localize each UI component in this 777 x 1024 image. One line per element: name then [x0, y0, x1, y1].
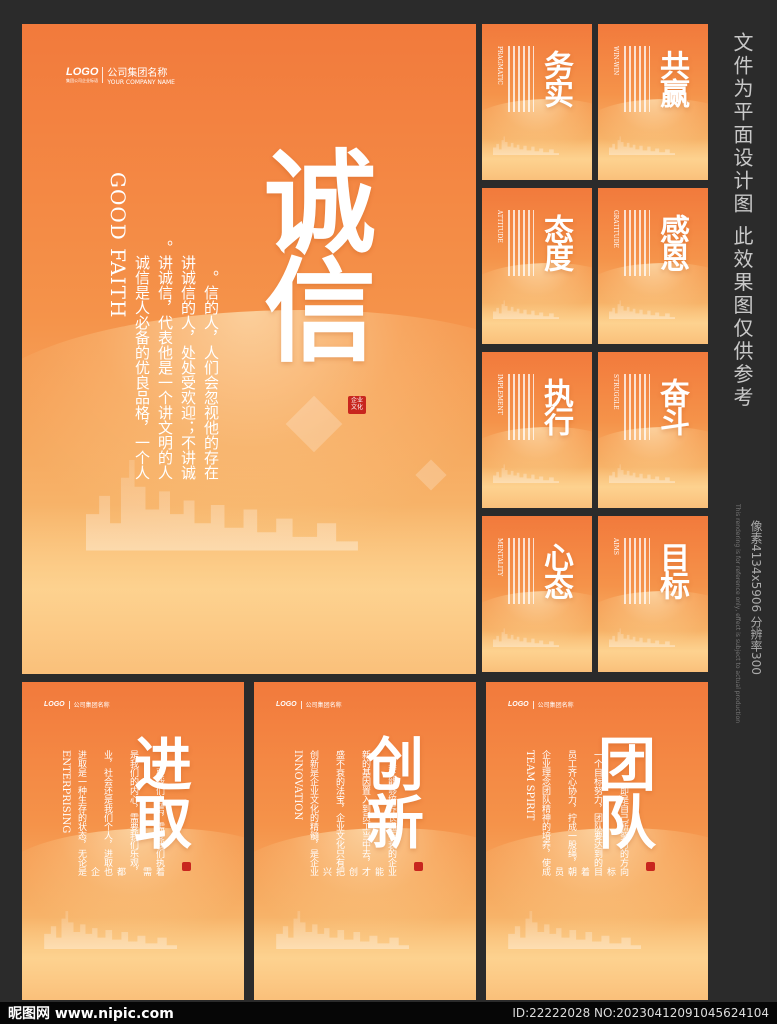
small-poster: AIMS 目标 — [598, 516, 708, 672]
small-title: 态度 — [538, 214, 573, 270]
bottom-title-1: 团 — [598, 731, 657, 799]
body-line: 讲诚信的人，处处受欢迎；不讲诚 — [179, 255, 197, 480]
bottom-body-text: 创新是企业文化的精髓，是企业兴 盛不衰的法宝，企业文化只有把创 新的基因置入到员… — [306, 744, 396, 876]
logo-sub: 集团公司企业标语 — [66, 78, 98, 83]
small-body-text — [624, 374, 650, 440]
main-poster: LOGO 集团公司企业标语 公司集团名称 YOUR COMPANY NAME 诚… — [22, 24, 476, 674]
watermark-bar: 昵图网 www.nipic.com ID:22222028 NO:2023041… — [0, 1002, 777, 1024]
watermark-brand: 昵图网 www.nipic.com — [8, 1006, 174, 1022]
bottom-english-label: TEAM SPIRIT — [524, 750, 535, 821]
company-name-cn: 公司集团名称 — [107, 68, 168, 79]
bottom-english-label: INNOVATION — [292, 750, 303, 821]
watermark-id: ID:22222028 NO:20230412091045624104 — [512, 1006, 769, 1020]
small-body-text — [508, 210, 534, 276]
small-poster: GRATITUDE 感恩 — [598, 188, 708, 344]
company-logo-row: LOGO 公司集团名称 — [44, 700, 110, 709]
body-line: 讲诚信，代表他是一个讲文明的人。 — [156, 240, 174, 480]
bottom-body-text: 进取是一种生存的状态，无论是企 业，社会还是我们个人，进取也都 是我们的内心，需… — [74, 744, 164, 876]
small-poster: WIN-WIN 共赢 — [598, 24, 708, 180]
body-line: 创新是企业文化的精髓，是企业兴 — [308, 750, 331, 876]
small-english-label: GRATITUDE — [612, 210, 619, 248]
logo-divider — [532, 700, 534, 709]
small-title: 执行 — [538, 378, 573, 434]
bottom-poster: LOGO 公司集团名称 TEAM SPIRIT 企业理念团队精神的培养，使成员 … — [486, 682, 708, 1000]
small-english-label: IMPLEMENT — [496, 374, 503, 415]
main-title: 诚信 — [245, 144, 375, 360]
main-body-text: 诚信是人必备的优良品格，一个人 讲诚信，代表他是一个讲文明的人。 讲诚信的人，处… — [130, 160, 240, 480]
body-line: 员工齐心协力，拧成一股绳，朝着 — [566, 750, 589, 876]
company-name-cn: 公司集团名称 — [305, 702, 342, 709]
bottom-title-2: 取 — [134, 789, 193, 857]
small-poster: IMPLEMENT 执行 — [482, 352, 592, 508]
logo-divider — [102, 67, 104, 83]
body-line: 业，社会还是我们个人，进取也都 — [102, 750, 125, 876]
body-line: 盛不衰的法宝，企业文化只有把创 — [334, 750, 357, 876]
small-body-text — [508, 538, 534, 604]
bottom-title-1: 创 — [366, 731, 425, 799]
culture-seal: 企业文化 — [348, 396, 366, 414]
company-logo-row: LOGO 集团公司企业标语 公司集团名称 YOUR COMPANY NAME — [66, 64, 175, 86]
logo-mark: LOGO — [44, 701, 65, 708]
body-line: 信的人，人们会忽视他的存在。 — [202, 270, 220, 480]
small-english-label: MENTALITY — [496, 538, 503, 577]
small-english-label: AIMS — [612, 538, 619, 555]
company-logo-row: LOGO 公司集团名称 — [276, 700, 342, 709]
body-line: 企业理念团队精神的培养，使成员 — [540, 750, 563, 876]
small-poster: MENTALITY 心态 — [482, 516, 592, 672]
culture-seal — [646, 862, 655, 871]
logo-mark: LOGO — [508, 701, 529, 708]
bottom-english-label: ENTERPRISING — [60, 750, 71, 834]
small-title: 目标 — [654, 542, 689, 598]
small-body-text — [624, 46, 650, 112]
small-body-text — [624, 538, 650, 604]
bottom-poster: LOGO 公司集团名称 INNOVATION 创新是企业文化的精髓，是企业兴 盛… — [254, 682, 476, 1000]
small-title: 共赢 — [654, 50, 689, 106]
small-english-label: STRUGGLE — [612, 374, 619, 410]
small-title: 心态 — [538, 542, 573, 598]
side-small-note: This rendering is for reference only, ef… — [734, 504, 741, 724]
small-title: 奋斗 — [654, 378, 689, 434]
body-line: 诚信是人必备的优良品格，一个人 — [133, 255, 151, 480]
small-title: 感恩 — [654, 214, 689, 270]
small-body-text — [624, 210, 650, 276]
side-note: 文件为平面设计图 此效果图仅供参考 — [730, 32, 754, 410]
logo-divider — [300, 700, 302, 709]
body-line: 进取是一种生存的状态，无论是企 — [76, 750, 99, 876]
small-english-label: PRAGMATIC — [496, 46, 503, 85]
bottom-title-2: 新 — [366, 789, 425, 857]
bottom-title-1: 进 — [134, 731, 193, 799]
company-name-en: YOUR COMPANY NAME — [107, 79, 175, 86]
small-body-text — [508, 46, 534, 112]
small-poster: PRAGMATIC 务实 — [482, 24, 592, 180]
culture-seal — [182, 862, 191, 871]
small-poster: ATTITUDE 态度 — [482, 188, 592, 344]
company-name-cn: 公司集团名称 — [537, 702, 574, 709]
bottom-poster: LOGO 公司集团名称 ENTERPRISING 进取是一种生存的状态，无论是企… — [22, 682, 244, 1000]
small-english-label: WIN-WIN — [612, 46, 619, 76]
small-title: 务实 — [538, 50, 573, 106]
bottom-body-text: 企业理念团队精神的培养，使成员 员工齐心协力，拧成一股绳，朝着 一个目标努力，团… — [538, 744, 628, 876]
main-english-label: GOOD FAITH — [106, 172, 130, 319]
bottom-title-2: 队 — [598, 789, 657, 857]
small-english-label: ATTITUDE — [496, 210, 503, 243]
logo-mark: LOGO — [66, 66, 99, 78]
side-spec: 像素4134x5906 分辨率300 — [749, 520, 763, 675]
logo-mark: LOGO — [276, 701, 297, 708]
company-name-cn: 公司集团名称 — [73, 702, 110, 709]
small-poster: STRUGGLE 奋斗 — [598, 352, 708, 508]
logo-divider — [68, 700, 70, 709]
small-body-text — [508, 374, 534, 440]
culture-seal — [414, 862, 423, 871]
company-logo-row: LOGO 公司集团名称 — [508, 700, 574, 709]
